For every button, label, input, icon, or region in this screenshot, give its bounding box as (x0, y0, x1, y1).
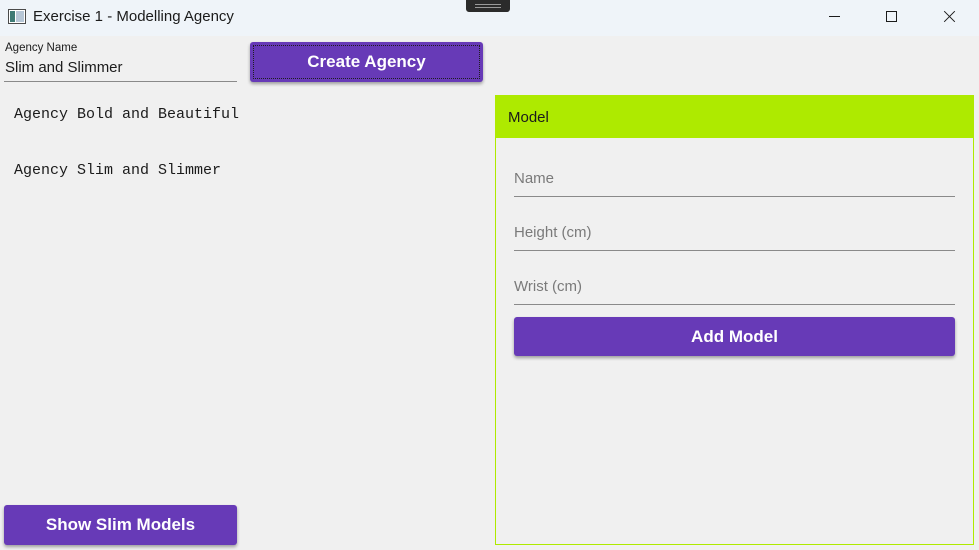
model-name-input[interactable] (514, 167, 955, 197)
drag-handle[interactable] (466, 0, 510, 12)
maximize-button[interactable] (862, 0, 920, 32)
agency-list: Agency Bold and Beautiful Agency Slim an… (14, 106, 484, 218)
agency-list-item[interactable]: Agency Slim and Slimmer (14, 162, 484, 218)
title-bar[interactable]: Exercise 1 - Modelling Agency (0, 0, 979, 36)
maximize-icon (885, 10, 897, 22)
app-window-icon (8, 9, 26, 24)
close-button[interactable] (920, 0, 978, 32)
agency-name-input[interactable] (4, 56, 237, 82)
model-panel-header: Model (496, 96, 973, 138)
create-agency-button[interactable]: Create Agency (250, 42, 483, 82)
minimize-button[interactable] (805, 0, 863, 32)
show-slim-models-button[interactable]: Show Slim Models (4, 505, 237, 545)
close-icon (943, 10, 956, 23)
add-model-button[interactable]: Add Model (514, 317, 955, 356)
window-title: Exercise 1 - Modelling Agency (33, 8, 234, 25)
model-wrist-input[interactable] (514, 275, 955, 305)
agency-name-label: Agency Name (5, 42, 78, 54)
model-height-input[interactable] (514, 221, 955, 251)
agency-list-item[interactable]: Agency Bold and Beautiful (14, 106, 484, 162)
minimize-icon (828, 15, 840, 17)
app-window: Exercise 1 - Modelling Agency Agency Nam… (0, 0, 979, 550)
